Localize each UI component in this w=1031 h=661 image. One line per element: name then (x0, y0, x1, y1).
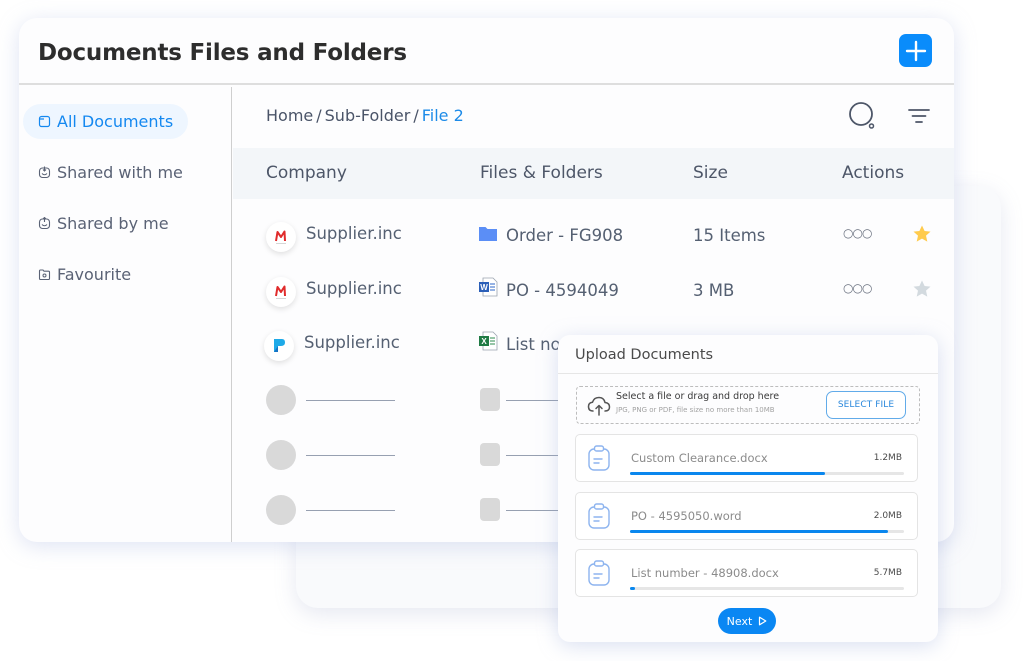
placeholder-line (306, 400, 395, 401)
file-size: 15 Items (693, 226, 766, 245)
select-file-button[interactable]: SELECT FILE (826, 391, 906, 419)
company-logo (266, 222, 296, 252)
more-actions-icon[interactable]: ○○○ (843, 281, 872, 295)
more-actions-icon[interactable]: ○○○ (843, 226, 872, 240)
sidebar-item-label: Shared with me (57, 163, 183, 182)
breadcrumb-separator: / (316, 106, 322, 125)
next-button[interactable]: Next (718, 608, 776, 634)
star-filled-icon[interactable] (912, 224, 932, 244)
window-header: Documents Files and Folders (19, 18, 954, 85)
column-header-size[interactable]: Size (693, 163, 728, 183)
placeholder-line (506, 510, 566, 511)
clipboard-icon (588, 503, 610, 529)
upload-file-size: 2.0MB (873, 511, 902, 521)
placeholder-avatar (266, 495, 296, 525)
column-header-actions: Actions (842, 163, 905, 183)
cloud-upload-icon (587, 396, 611, 416)
file-size: 3 MB (693, 281, 735, 300)
plus-icon (905, 40, 926, 61)
inbox-download-icon (38, 166, 51, 179)
company-logo (264, 331, 294, 361)
sidebar-item-favourite[interactable]: Favourite (23, 257, 146, 292)
placeholder-line (306, 510, 395, 511)
company-name: Supplier.inc (306, 279, 402, 298)
document-icon (38, 115, 51, 128)
upload-progress-fill (630, 472, 825, 475)
file-name[interactable]: PO - 4594049 (506, 281, 619, 300)
table-row[interactable]: Supplier.inc Order - FG908 15 Items ○○○ (233, 210, 954, 264)
blue-p-logo (274, 339, 285, 352)
red-m-logo (275, 230, 286, 244)
sidebar-item-label: Shared by me (57, 214, 169, 233)
placeholder-line (506, 455, 566, 456)
upload-file-name: Custom Clearance.docx (631, 451, 768, 465)
page-title: Documents Files and Folders (38, 40, 407, 66)
placeholder-file-icon (480, 388, 500, 411)
table-row[interactable]: Supplier.inc W PO - 4594049 3 MB ○○○ (233, 265, 954, 319)
table-header: Company Files & Folders Size Actions (233, 148, 954, 199)
placeholder-avatar (266, 385, 296, 415)
word-file-icon: W (479, 277, 498, 297)
placeholder-file-icon (480, 443, 500, 466)
upload-file-size: 1.2MB (873, 453, 902, 463)
placeholder-avatar (266, 440, 296, 470)
upload-progress-fill (630, 587, 636, 590)
sidebar: All Documents Shared with me Shared by m… (19, 87, 232, 542)
upload-title: Upload Documents (575, 347, 714, 363)
upload-file-size: 5.7MB (873, 568, 902, 578)
add-button[interactable] (899, 34, 932, 67)
file-dropzone[interactable]: Select a file or drag and drop here JPG,… (576, 386, 920, 424)
divider (558, 373, 938, 374)
next-button-label: Next (726, 614, 753, 628)
sidebar-item-label: All Documents (57, 112, 174, 131)
company-name: Supplier.inc (306, 224, 402, 243)
clipboard-icon (588, 445, 610, 471)
dropzone-instruction: Select a file or drag and drop here (616, 391, 780, 402)
upload-file-name: List number - 48908.docx (631, 566, 779, 580)
filter-icon[interactable] (904, 101, 934, 131)
star-outline-icon[interactable] (912, 279, 932, 299)
upload-file-item: List number - 48908.docx 5.7MB (575, 549, 918, 597)
dropzone-hint: JPG, PNG or PDF, file size no more than … (616, 406, 775, 414)
upload-file-item: Custom Clearance.docx 1.2MB (575, 434, 918, 482)
file-name[interactable]: Order - FG908 (506, 226, 623, 245)
excel-file-icon: X (479, 331, 498, 351)
sidebar-item-all-documents[interactable]: All Documents (23, 104, 189, 139)
svg-text:X: X (481, 337, 487, 346)
sidebar-item-shared-with-me[interactable]: Shared with me (23, 155, 198, 190)
red-m-logo (275, 285, 286, 299)
sidebar-item-shared-by-me[interactable]: Shared by me (23, 206, 184, 241)
breadcrumb-home[interactable]: Home (266, 106, 313, 125)
sidebar-item-label: Favourite (57, 265, 132, 284)
column-header-company[interactable]: Company (266, 163, 347, 183)
upload-progress-bar (630, 530, 904, 533)
search-icon[interactable] (847, 101, 877, 131)
folder-icon (479, 227, 497, 241)
company-logo (266, 277, 296, 307)
breadcrumb-current: File 2 (421, 106, 464, 125)
upload-progress-bar (630, 472, 904, 475)
upload-documents-dialog: Upload Documents Select a file or drag a… (558, 335, 938, 642)
clipboard-icon (588, 560, 610, 586)
upload-progress-bar (630, 587, 904, 590)
breadcrumb-separator: / (413, 106, 419, 125)
placeholder-line (306, 455, 395, 456)
company-name: Supplier.inc (304, 333, 400, 352)
play-arrow-icon (759, 616, 767, 626)
inbox-upload-icon (38, 217, 51, 230)
column-header-files[interactable]: Files & Folders (480, 163, 603, 183)
folder-heart-icon (38, 269, 51, 281)
breadcrumb-sub-folder[interactable]: Sub-Folder (325, 106, 411, 125)
file-name[interactable]: List no (506, 335, 561, 354)
placeholder-line (506, 400, 566, 401)
upload-file-item: PO - 4595050.word 2.0MB (575, 492, 918, 540)
upload-file-name: PO - 4595050.word (631, 509, 742, 523)
svg-text:W: W (480, 283, 488, 292)
upload-progress-fill (630, 530, 888, 533)
breadcrumb: Home / Sub-Folder / File 2 (266, 106, 464, 125)
placeholder-file-icon (480, 498, 500, 521)
